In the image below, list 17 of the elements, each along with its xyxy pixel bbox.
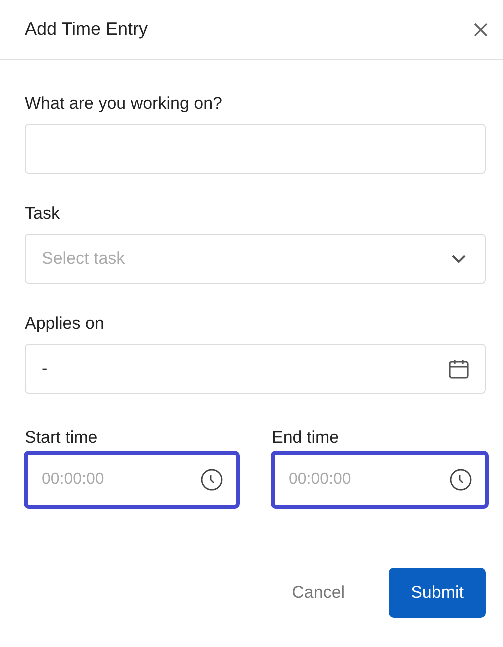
- date-field[interactable]: -: [25, 344, 486, 394]
- cancel-button[interactable]: Cancel: [292, 583, 346, 603]
- calendar-icon: [447, 357, 471, 381]
- field-label: What are you working on?: [25, 94, 224, 114]
- submit-button[interactable]: Submit: [389, 568, 486, 618]
- clock-icon: [449, 468, 473, 492]
- time-field[interactable]: 00:00:00: [25, 452, 239, 508]
- field-label: End time: [272, 428, 340, 448]
- description-field[interactable]: [25, 124, 486, 174]
- field-label: Task: [25, 204, 61, 224]
- field-label: Applies on: [25, 314, 106, 334]
- task-select[interactable]: Select task: [25, 234, 486, 284]
- dialog-title: Add Time Entry: [25, 19, 148, 40]
- time-field[interactable]: 00:00:00: [272, 452, 488, 508]
- field-label: Start time: [25, 428, 99, 448]
- close-icon[interactable]: [473, 22, 489, 38]
- clock-icon: [200, 468, 224, 492]
